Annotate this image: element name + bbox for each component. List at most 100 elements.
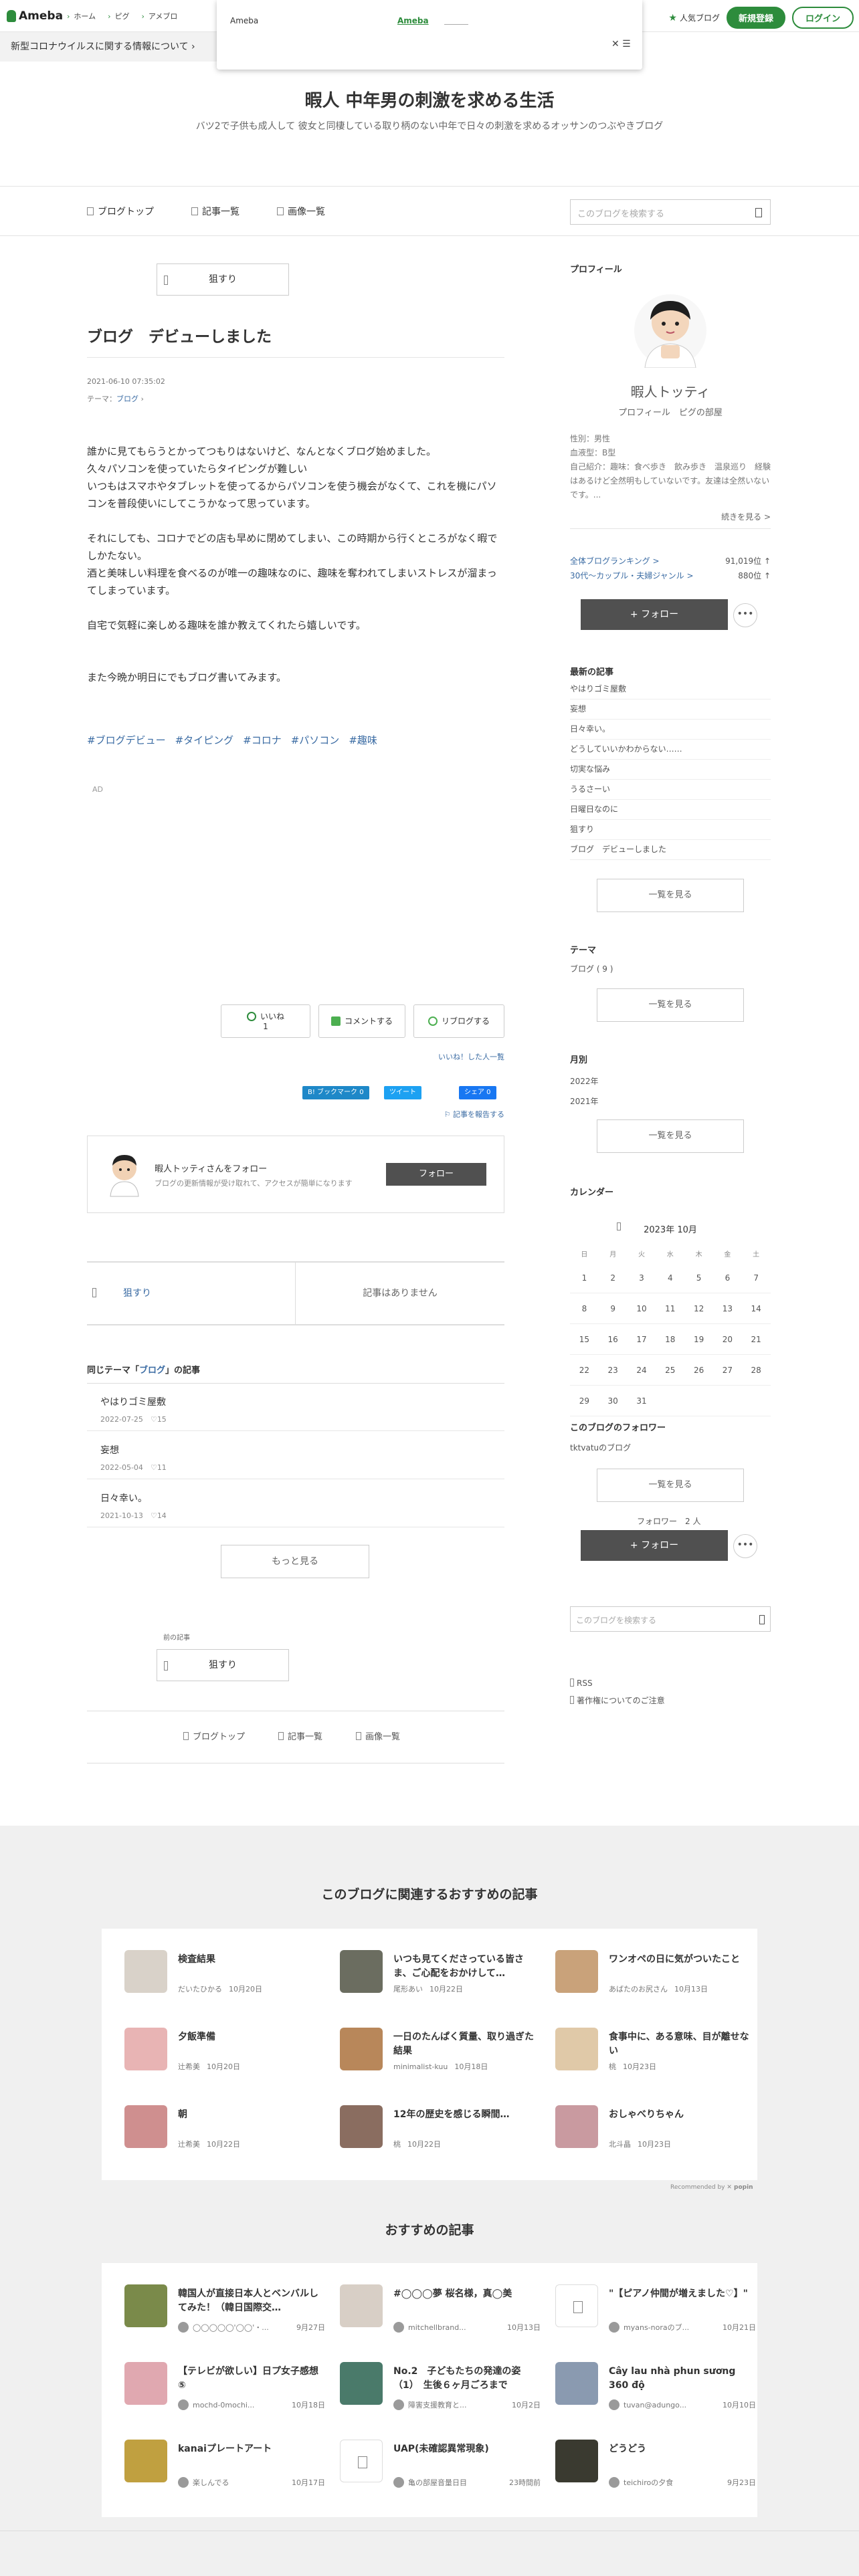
nav-pigg[interactable]: ピグ [108, 11, 129, 21]
recent-item[interactable]: ブログ デビューしました [570, 840, 771, 860]
follower-item[interactable]: tktvatuのブログ [570, 1442, 631, 1453]
profile-avatar[interactable] [634, 293, 706, 368]
search-icon[interactable] [755, 208, 762, 217]
blog-title[interactable]: 暇人 中年男の刺激を求める生活 [0, 87, 859, 112]
like-button[interactable]: いいね 1 [221, 1004, 310, 1038]
popup-brand-link[interactable]: Ameba [397, 16, 429, 25]
nav-blog-top[interactable]: ブログトップ [183, 1729, 245, 1742]
hatena-bookmark-button[interactable]: B! ブックマーク 0 [302, 1086, 369, 1099]
profile-more-link[interactable]: 続きを見る > [721, 511, 771, 522]
search-icon[interactable] [759, 1615, 765, 1624]
recommend-card[interactable]: おしゃべりちゃん 北斗晶 10月23日 [555, 2105, 756, 2159]
rss-link[interactable]: RSS [570, 1675, 665, 1692]
followers-list-all-button[interactable]: 一覧を見る [597, 1469, 744, 1502]
register-button[interactable]: 新規登録 [726, 7, 785, 29]
recommend-card[interactable]: #◯◯◯夢 桜名様，真◯美 mitchellbrand... 10月13日 [340, 2284, 541, 2338]
same-theme-item[interactable]: 妄想 2022-05-04 ♡11 [87, 1432, 504, 1479]
prev-article-button[interactable]: 狙すり [157, 263, 289, 296]
rank-genre[interactable]: 30代〜カップル・夫婦ジャンル >880位 ↑ [570, 570, 771, 581]
recommend-card[interactable]: 一日のたんぱく質量、取り過ぎた結果 minimalist-kuu 10月18日 [340, 2028, 541, 2081]
recommend-card[interactable]: Cây lau nhà phun sương 360 độ tuvan@adung… [555, 2362, 756, 2416]
sidebar-links: RSS 著作権についてのご注意 [570, 1675, 665, 1709]
recommend-card[interactable]: "【ピアノ仲間が増えました♡】" myans-noraのブ... 10月21日 [555, 2284, 756, 2338]
recommend-card[interactable]: 夕飯準備 辻希美 10月20日 [124, 2028, 325, 2081]
hashtag[interactable]: #ブログデビュー [87, 733, 166, 747]
theme-item[interactable]: ブログ ( 9 ) [570, 963, 613, 974]
copyright-link[interactable]: 著作権についてのご注意 [570, 1692, 665, 1709]
recommend-card[interactable]: 【テレビが欲しい】日プ女子感想⑤ mochd-0mochi... 10月18日 [124, 2362, 325, 2416]
month-item[interactable]: 2022年 [570, 1075, 599, 1087]
recommend-card[interactable]: No.2 子どもたちの発達の姿（1） 生後６ヶ月ごろまで 障害支援教育と... 10… [340, 2362, 541, 2416]
profile-name[interactable]: 暇人トッティ [570, 381, 771, 401]
recommend-card[interactable]: UAP(未確認異常現象) 亀の部屋音量日目 23時間前 [340, 2440, 541, 2493]
calendar-day: 20 [722, 1334, 733, 1344]
article-title[interactable]: ブログ デビューしました [87, 324, 272, 346]
recent-item[interactable]: 妄想 [570, 700, 771, 720]
recent-item[interactable]: うるさーい [570, 780, 771, 800]
facebook-share-button[interactable]: シェア 0 [459, 1086, 496, 1099]
hashtag[interactable]: #パソコン [291, 733, 340, 747]
recent-item[interactable]: やはりゴミ屋敷 [570, 679, 771, 700]
month-list-all-button[interactable]: 一覧を見る [597, 1119, 744, 1153]
recommend-card[interactable]: いつも見てくださっている皆さま、ご心配をおかけして… 尾形あい 10月22日 [340, 1950, 541, 2004]
author-avatar[interactable] [105, 1152, 144, 1198]
recommend-card[interactable]: 韓国人が直接日本人とベンバルしてみた！（韓日国際交… ◯◯◯◯◯'◯◯'・... 9… [124, 2284, 325, 2338]
rank-overall[interactable]: 全体ブログランキング >91,019位 ↑ [570, 555, 771, 566]
recommend-card[interactable]: どうどう teichiroの夕食 9月23日 [555, 2440, 756, 2493]
theme-list-all-button[interactable]: 一覧を見る [597, 988, 744, 1022]
nav-article-list[interactable]: 記事一覧 [191, 205, 240, 218]
more-options-button[interactable]: ••• [733, 1534, 757, 1558]
nav-blog-top[interactable]: ブログトップ [87, 205, 154, 218]
nav-ameblo[interactable]: アメブロ [141, 11, 177, 21]
popular-blog-link[interactable]: ★ 人気ブログ [668, 12, 720, 23]
divider [570, 528, 771, 529]
recommend-title: ワンオペの日に気がついたこと [609, 1954, 740, 1965]
blog-search-input[interactable]: このブログを検索する [570, 199, 771, 225]
same-theme-item[interactable]: やはりゴミ屋敷 2022-07-25 ♡15 [87, 1384, 504, 1431]
calendar-week: 29 30 31 [570, 1386, 771, 1416]
covid-notice-link[interactable]: 新型コロナウイルスに関する情報について › [0, 32, 217, 62]
pager-prev-link[interactable]: 狙すり [87, 1263, 296, 1324]
recommend-card[interactable]: 食事中に、ある意味、目が離せない桃 10月23日 [555, 2028, 756, 2081]
popup-close-button[interactable]: ✕ ☰ [611, 39, 631, 49]
hashtag[interactable]: #コロナ [243, 733, 282, 747]
profile-links[interactable]: プロフィール ピグの部屋 [570, 405, 771, 418]
recent-item[interactable]: どうしていいかわからない…… [570, 740, 771, 760]
recent-item[interactable]: 切実な悩み [570, 760, 771, 780]
prev-article-button-bottom[interactable]: 狙すり [157, 1649, 289, 1681]
recommend-card[interactable]: 12年の歴史を感じる瞬間… 桃 10月22日 [340, 2105, 541, 2159]
same-theme-item[interactable]: 日々幸い。 2021-10-13 ♡14 [87, 1481, 504, 1527]
article-paragraph [87, 599, 504, 617]
nav-image-list[interactable]: 画像一覧 [356, 1729, 400, 1742]
recommend-card[interactable]: ワンオペの日に気がついたこと あばたのお尻さん 10月13日 [555, 1950, 756, 2004]
recent-item[interactable]: 日曜日なのに [570, 800, 771, 820]
hashtag[interactable]: #趣味 [349, 733, 377, 747]
nav-article-list[interactable]: 記事一覧 [278, 1729, 322, 1742]
login-button[interactable]: ログイン [791, 7, 854, 29]
recommend-card[interactable]: 朝辻希美 10月22日 [124, 2105, 325, 2159]
blog-description: バツ2で子供も成人して 彼女と同棲している取り柄のない中年で日々の刺激を求めるオ… [195, 121, 664, 132]
ameba-logo[interactable]: Ameba [7, 9, 63, 23]
twitter-share-button[interactable]: ツイート [384, 1086, 421, 1099]
hashtag[interactable]: #タイピング [175, 733, 234, 747]
recent-item[interactable]: 日々幸い。 [570, 720, 771, 740]
nav-home[interactable]: ホーム [67, 11, 96, 21]
recommend-card[interactable]: 検査結果 だいたひかる 10月20日 [124, 1950, 325, 2004]
recent-item[interactable]: 狙すり [570, 820, 771, 840]
recent-list-all-button[interactable]: 一覧を見る [597, 879, 744, 912]
more-button[interactable]: もっと見る [221, 1545, 369, 1578]
reblog-button[interactable]: リブログする [413, 1004, 504, 1038]
report-article-link[interactable]: ⚐ 記事を報告する [444, 1109, 504, 1119]
comment-button[interactable]: コメントする [318, 1004, 405, 1038]
theme-link[interactable]: ブログ [116, 395, 138, 403]
recommend-card[interactable]: kanaiプレートアート 楽しんでる 10月17日 [124, 2440, 325, 2493]
follow-button[interactable]: + フォロー [581, 599, 728, 630]
sidebar-search-input[interactable]: このブログを検索する [570, 1606, 771, 1632]
month-item[interactable]: 2021年 [570, 1095, 599, 1107]
follow-button[interactable]: フォロー [386, 1163, 486, 1186]
nav-image-list[interactable]: 画像一覧 [277, 205, 325, 218]
follow-button-bottom[interactable]: + フォロー [581, 1530, 728, 1561]
more-options-button[interactable]: ••• [733, 603, 757, 627]
like-list-link[interactable]: いいね！した人一覧 [438, 1051, 504, 1062]
divider [0, 186, 859, 187]
